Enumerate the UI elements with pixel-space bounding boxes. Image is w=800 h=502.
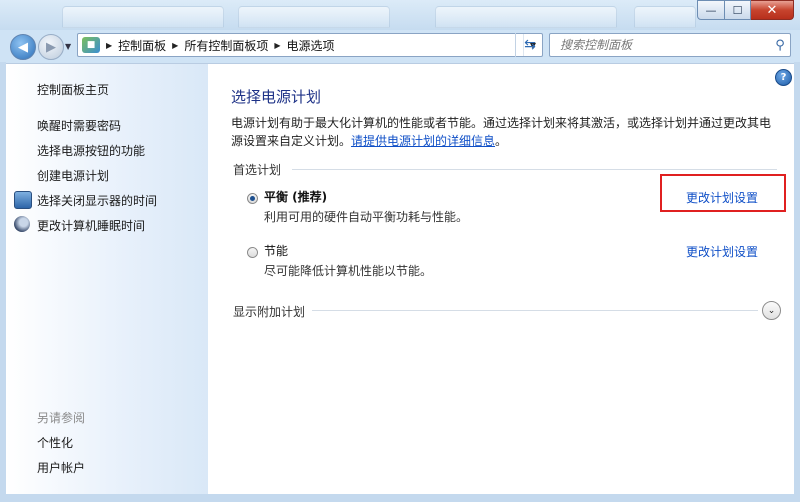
moon-icon — [14, 216, 30, 232]
description-tail: 。 — [495, 134, 508, 148]
forward-button[interactable]: ▶ — [38, 34, 64, 60]
recent-pages-dropdown[interactable]: ▼ — [65, 42, 71, 51]
show-additional-plans-label[interactable]: 显示附加计划 — [233, 303, 305, 320]
sidebar-link-display-off[interactable]: 选择关闭显示器的时间 — [37, 192, 157, 209]
plan-desc-balanced: 利用可用的硬件自动平衡功耗与性能。 — [264, 210, 469, 224]
sidebar-link-power-button[interactable]: 选择电源按钮的功能 — [37, 142, 145, 159]
window: — ☐ ✕ ◀ ▶ ▼ ■ ▶ 控制面板 ▶ 所有控制面板项 ▶ 电源选项 ▼ … — [0, 0, 800, 502]
sidebar-link-user-accounts[interactable]: 用户帐户 — [37, 459, 85, 476]
preferred-plans-label: 首选计划 — [233, 163, 282, 177]
chevron-right-icon[interactable]: ▶ — [172, 41, 178, 50]
background-window-tab — [435, 6, 617, 28]
sidebar-link-create-plan[interactable]: 创建电源计划 — [37, 167, 109, 184]
see-also-title: 另请参阅 — [37, 411, 86, 425]
search-box[interactable]: ⚲ — [549, 33, 791, 57]
plan-desc-power-saver: 尽可能降低计算机性能以节能。 — [264, 264, 433, 278]
back-arrow-icon: ◀ — [18, 39, 28, 55]
maximize-button[interactable]: ☐ — [725, 0, 751, 20]
back-button[interactable]: ◀ — [10, 34, 36, 60]
task-pane: 控制面板主页 唤醒时需要密码 选择电源按钮的功能 创建电源计划 选择关闭显示器的… — [6, 63, 208, 495]
page-description: 电源计划有助于最大化计算机的性能或者节能。通过选择计划来将其激活，或选择计划并通… — [231, 114, 781, 150]
change-plan-settings-link-power-saver[interactable]: 更改计划设置 — [686, 243, 758, 260]
minimize-icon: — — [705, 3, 717, 17]
plan-name-balanced[interactable]: 平衡 (推荐) — [264, 188, 327, 205]
group-divider — [292, 169, 777, 170]
plan-radio-balanced[interactable] — [247, 193, 258, 204]
help-icon: ? — [780, 72, 787, 83]
sidebar-link-wake-password[interactable]: 唤醒时需要密码 — [37, 117, 121, 134]
power-plan-info-link[interactable]: 请提供电源计划的详细信息 — [351, 134, 495, 148]
sidebar-link-home[interactable]: 控制面板主页 — [37, 81, 109, 98]
plan-name-power-saver[interactable]: 节能 — [264, 242, 288, 259]
group-divider — [312, 310, 758, 311]
highlight-box — [660, 174, 786, 212]
chevron-right-icon[interactable]: ▶ — [106, 41, 112, 50]
caption-buttons: — ☐ ✕ — [697, 0, 794, 20]
window-border — [794, 62, 800, 502]
close-icon: ✕ — [766, 2, 778, 18]
navigation-bar: ◀ ▶ ▼ ■ ▶ 控制面板 ▶ 所有控制面板项 ▶ 电源选项 ▼ ⇆ ⚲ — [0, 30, 800, 62]
page-title: 选择电源计划 — [231, 88, 322, 106]
background-window-tab — [62, 6, 224, 28]
background-window-tab — [238, 6, 390, 28]
search-input[interactable] — [558, 34, 770, 56]
sidebar-link-sleep-time[interactable]: 更改计算机睡眠时间 — [37, 217, 145, 234]
breadcrumb-all-items[interactable]: 所有控制面板项 — [184, 37, 268, 54]
forward-arrow-icon: ▶ — [46, 39, 56, 55]
help-button[interactable]: ? — [775, 69, 792, 86]
plan-radio-power-saver[interactable] — [247, 247, 258, 258]
close-button[interactable]: ✕ — [751, 0, 794, 20]
background-window-tab — [634, 6, 696, 28]
control-panel-icon: ■ — [82, 37, 100, 53]
refresh-icon: ⇆ — [524, 37, 536, 53]
radio-selected-dot — [250, 196, 255, 201]
chevron-right-icon[interactable]: ▶ — [274, 41, 280, 50]
search-icon[interactable]: ⚲ — [770, 38, 790, 53]
address-bar[interactable]: ■ ▶ 控制面板 ▶ 所有控制面板项 ▶ 电源选项 ▼ — [77, 33, 543, 57]
sidebar-link-personalization[interactable]: 个性化 — [37, 434, 73, 451]
minimize-button[interactable]: — — [697, 0, 725, 20]
title-bar: — ☐ ✕ — [0, 0, 800, 30]
expand-button[interactable]: ⌄ — [762, 301, 781, 320]
breadcrumb-power-options[interactable]: 电源选项 — [287, 37, 335, 54]
window-border — [0, 494, 800, 502]
monitor-icon — [14, 191, 32, 209]
maximize-icon: ☐ — [732, 3, 743, 17]
chevron-down-icon: ⌄ — [767, 305, 776, 316]
breadcrumb-control-panel[interactable]: 控制面板 — [118, 37, 166, 54]
main-content: ? 选择电源计划 电源计划有助于最大化计算机的性能或者节能。通过选择计划来将其激… — [208, 63, 794, 495]
refresh-button[interactable]: ⇆ — [515, 33, 544, 57]
